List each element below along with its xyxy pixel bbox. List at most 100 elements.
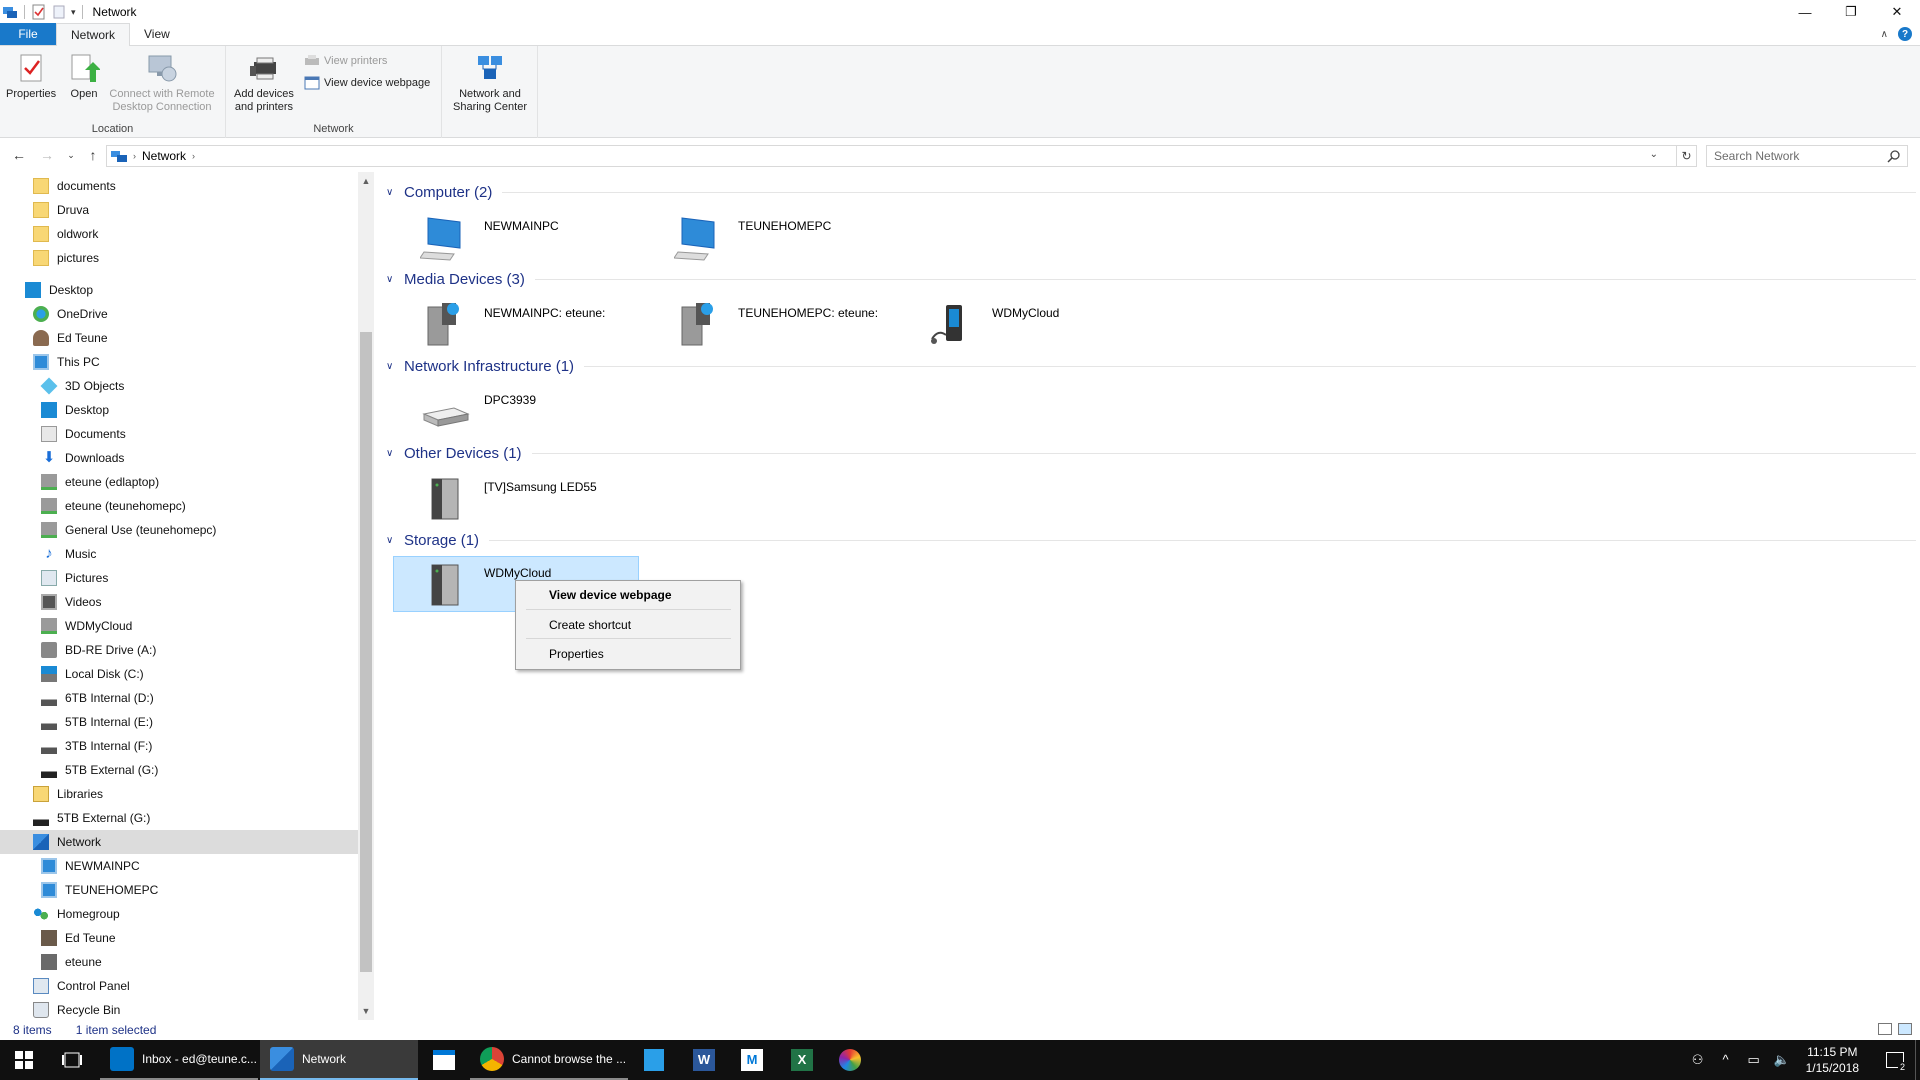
scrollbar-thumb[interactable] (360, 332, 372, 972)
nav-item-videos[interactable]: Videos (41, 590, 101, 614)
taskbar-mail[interactable]: M (728, 1040, 776, 1080)
network-status-icon[interactable]: ▭ (1746, 1052, 1762, 1068)
nav-item-eteune-teunehomepc[interactable]: eteune (teunehomepc) (41, 494, 186, 518)
nav-item-6tb-internal[interactable]: 6TB Internal (D:) (41, 686, 154, 710)
close-button[interactable]: ✕ (1874, 0, 1920, 24)
recent-locations-icon[interactable]: ⌄ (62, 150, 80, 161)
nav-item-homegroup[interactable]: Homegroup (33, 902, 120, 926)
nav-item-druva[interactable]: Druva (33, 198, 89, 222)
show-hidden-icons-icon[interactable]: ^ (1718, 1052, 1734, 1068)
taskbar-store[interactable] (420, 1040, 468, 1080)
nav-item-libraries[interactable]: Libraries (33, 782, 103, 806)
scroll-up-icon[interactable]: ▲ (358, 176, 374, 186)
forward-arrow-icon[interactable]: → (38, 147, 56, 163)
group-header-storage[interactable]: ∨ Storage (1) (386, 532, 1916, 549)
remote-desktop-button[interactable]: Connect with Remote Desktop Connection (106, 52, 218, 114)
nav-item-documents[interactable]: Documents (41, 422, 126, 446)
nav-item-bd-re-drive[interactable]: BD-RE Drive (A:) (41, 638, 156, 662)
nav-item-newmainpc[interactable]: NEWMAINPC (41, 854, 140, 878)
nav-item-documents-folder[interactable]: documents (33, 174, 116, 198)
show-desktop-button[interactable] (1915, 1040, 1920, 1080)
restore-button[interactable]: ❐ (1828, 0, 1874, 24)
nav-item-downloads[interactable]: ⬇ Downloads (41, 446, 125, 470)
nav-item-desktop[interactable]: Desktop (25, 278, 93, 302)
nav-item-oldwork[interactable]: oldwork (33, 222, 98, 246)
nav-item-onedrive[interactable]: OneDrive (33, 302, 108, 326)
nav-item-5tb-external-root[interactable]: 5TB External (G:) (33, 806, 150, 830)
search-input[interactable]: Search Network (1706, 145, 1908, 167)
menu-item-properties[interactable]: Properties (549, 647, 604, 661)
taskbar-word[interactable]: W (680, 1040, 728, 1080)
breadcrumb-chevron-icon[interactable]: › (133, 151, 136, 161)
address-bar[interactable]: › Network › ⌄ (106, 145, 1677, 167)
device-teunehomepc[interactable]: TEUNEHOMEPC (644, 210, 890, 266)
taskbar-app-blue[interactable] (630, 1040, 678, 1080)
network-sharing-center-button[interactable]: Network and Sharing Center (448, 52, 532, 114)
open-button[interactable]: Open (68, 52, 100, 101)
add-devices-button[interactable]: Add devices and printers (234, 52, 294, 114)
group-header-media-devices[interactable]: ∨ Media Devices (3) (386, 271, 1916, 288)
volume-icon[interactable]: 🔈 (1774, 1052, 1790, 1068)
network-app-icon[interactable] (2, 4, 18, 20)
customize-qat-icon[interactable]: ▾ (71, 7, 76, 18)
nav-item-5tb-external[interactable]: 5TB External (G:) (41, 758, 158, 782)
taskbar-network[interactable]: Network (260, 1040, 418, 1080)
view-device-webpage-button[interactable]: View device webpage (304, 76, 430, 90)
nav-item-music[interactable]: ♪ Music (41, 542, 96, 566)
address-dropdown-icon[interactable]: ⌄ (1650, 149, 1658, 160)
breadcrumb-network[interactable]: Network (142, 149, 186, 163)
details-view-icon[interactable] (1878, 1023, 1892, 1035)
properties-icon[interactable] (31, 4, 47, 20)
device-newmainpc[interactable]: NEWMAINPC (390, 210, 636, 266)
device-media-newmainpc[interactable]: NEWMAINPC: eteune: (390, 297, 636, 353)
nav-item-5tb-internal[interactable]: 5TB Internal (E:) (41, 710, 153, 734)
device-media-teunehomepc[interactable]: TEUNEHOMEPC: eteune: (644, 297, 890, 353)
group-header-other-devices[interactable]: ∨ Other Devices (1) (386, 445, 1916, 462)
taskbar-photos[interactable] (826, 1040, 874, 1080)
device-media-wdmycloud[interactable]: WDMyCloud (898, 297, 1144, 353)
breadcrumb-chevron-icon[interactable]: › (192, 151, 195, 161)
taskbar-chrome[interactable]: Cannot browse the ... (470, 1040, 628, 1080)
nav-item-3d-objects[interactable]: 3D Objects (40, 374, 124, 398)
view-printers-button[interactable]: View printers (304, 54, 387, 68)
taskbar-excel[interactable]: X (778, 1040, 826, 1080)
nav-item-local-disk-c[interactable]: Local Disk (C:) (41, 662, 144, 686)
nav-item-desktop-pc[interactable]: Desktop (41, 398, 109, 422)
search-icon[interactable] (1887, 149, 1901, 163)
nav-item-pictures-folder[interactable]: pictures (33, 246, 99, 270)
nav-item-network[interactable]: Network (0, 830, 358, 854)
menu-item-view-device-webpage[interactable]: View device webpage (549, 588, 672, 602)
collapse-chevron-icon[interactable]: ∨ (386, 274, 402, 285)
nav-item-homegroup-eteune[interactable]: eteune (41, 950, 102, 974)
back-arrow-icon[interactable]: ← (10, 147, 28, 163)
people-icon[interactable]: ⚇ (1690, 1052, 1706, 1068)
nav-item-pictures[interactable]: Pictures (41, 566, 108, 590)
nav-item-ed-teune[interactable]: Ed Teune (33, 326, 108, 350)
tab-view[interactable]: View (130, 23, 184, 45)
action-center-button[interactable]: 2 (1875, 1040, 1915, 1080)
new-folder-icon[interactable] (51, 4, 67, 20)
help-icon[interactable]: ? (1898, 27, 1912, 41)
clock[interactable]: 11:15 PM 1/15/2018 (1806, 1044, 1859, 1076)
nav-item-homegroup-ed-teune[interactable]: Ed Teune (41, 926, 116, 950)
scroll-down-icon[interactable]: ▼ (358, 1006, 374, 1016)
minimize-button[interactable]: — (1782, 0, 1828, 24)
collapse-chevron-icon[interactable]: ∨ (386, 187, 402, 198)
taskbar-outlook[interactable]: Inbox - ed@teune.c... (100, 1040, 258, 1080)
group-header-computer[interactable]: ∨ Computer (2) (386, 184, 1916, 201)
collapse-ribbon-icon[interactable]: ∧ (1881, 29, 1888, 40)
nav-item-teunehomepc[interactable]: TEUNEHOMEPC (41, 878, 158, 902)
nav-scrollbar[interactable]: ▲ ▼ (358, 172, 374, 1020)
nav-item-recycle-bin[interactable]: Recycle Bin (33, 998, 120, 1020)
nav-item-control-panel[interactable]: Control Panel (33, 974, 130, 998)
nav-item-3tb-internal[interactable]: 3TB Internal (F:) (41, 734, 152, 758)
device-samsung-tv[interactable]: [TV]Samsung LED55 (390, 471, 636, 527)
nav-item-eteune-edlaptop[interactable]: eteune (edlaptop) (41, 470, 159, 494)
tab-file[interactable]: File (0, 23, 56, 45)
collapse-chevron-icon[interactable]: ∨ (386, 535, 402, 546)
nav-item-this-pc[interactable]: This PC (33, 350, 100, 374)
tab-network[interactable]: Network (56, 23, 131, 46)
nav-item-general-use[interactable]: General Use (teunehomepc) (41, 518, 216, 542)
properties-button[interactable]: Properties (6, 52, 56, 101)
collapse-chevron-icon[interactable]: ∨ (386, 448, 402, 459)
